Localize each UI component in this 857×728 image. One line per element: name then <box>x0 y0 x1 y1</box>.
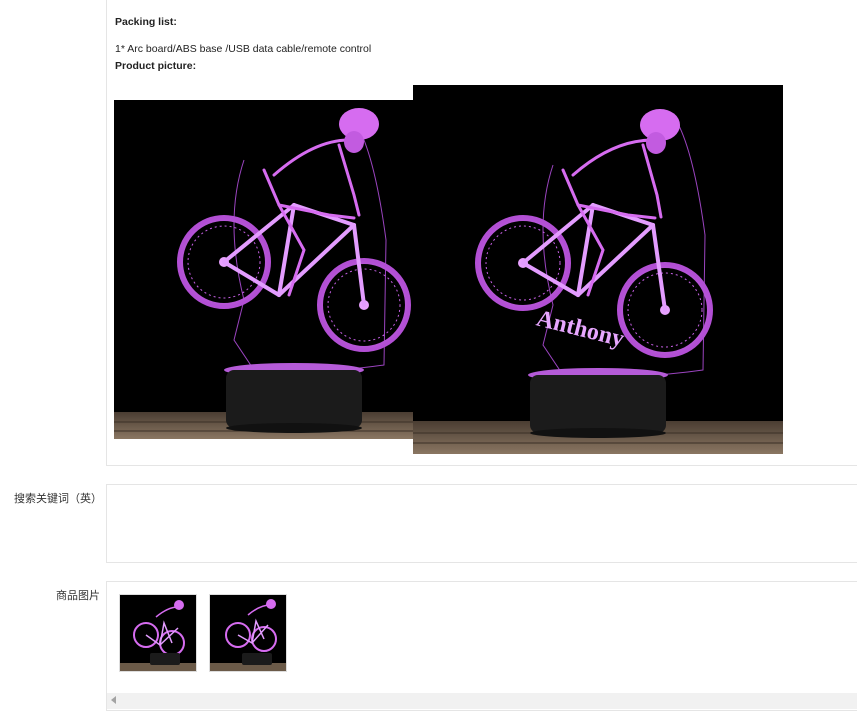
keywords-input[interactable] <box>106 484 857 563</box>
product-thumbnail-1[interactable] <box>119 594 197 672</box>
packing-list-title: Packing list: <box>115 16 177 28</box>
packing-list-items: 1* Arc board/ABS base /USB data cable/re… <box>115 43 372 55</box>
product-images-label: 商品图片 <box>56 590 100 602</box>
keywords-label: 搜索关键词（英） <box>14 493 102 505</box>
horizontal-scrollbar[interactable] <box>107 693 857 709</box>
product-thumbnail-2[interactable] <box>209 594 287 672</box>
product-photo-2: Anthony <box>413 85 783 454</box>
product-picture-title: Product picture: <box>115 60 197 72</box>
scroll-left-icon[interactable] <box>111 696 116 704</box>
product-photo-1 <box>114 100 414 439</box>
